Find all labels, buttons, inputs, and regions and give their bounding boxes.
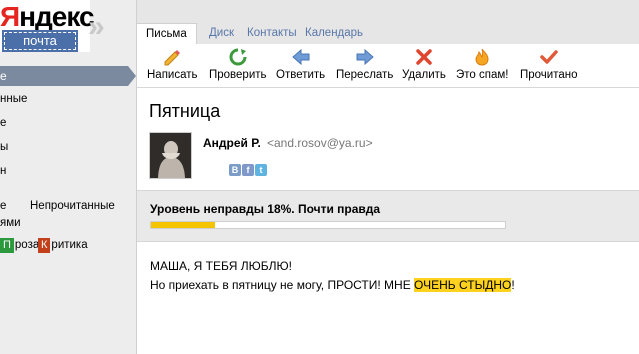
truth-meter-label: Уровень неправды 18%. Почти правда: [150, 202, 381, 216]
service-tabs: Письма Диск Контакты Календарь: [137, 0, 639, 44]
spam-flame-icon: [456, 48, 508, 67]
sidebar-item-folder[interactable]: н: [0, 165, 6, 177]
label-color-box: К: [38, 238, 51, 253]
vk-icon[interactable]: В: [229, 164, 241, 176]
active-folder-pointer: [128, 66, 136, 86]
reply-button[interactable]: Ответить: [276, 48, 325, 81]
tab-contacts[interactable]: Контакты: [247, 23, 297, 44]
refresh-icon: [209, 48, 267, 67]
forward-icon: [336, 48, 393, 67]
filter-second-line[interactable]: ями: [0, 217, 21, 229]
delete-button[interactable]: Удалить: [402, 48, 446, 81]
compose-icon: [147, 48, 198, 67]
label-color-box: П: [0, 238, 14, 253]
tab-calendar[interactable]: Календарь: [305, 23, 363, 44]
sidebar-item-sent[interactable]: нные: [0, 93, 27, 105]
message-body-line: Но приехать в пятницу не могу, ПРОСТИ! М…: [150, 278, 515, 292]
highlighted-phrase: ОЧЕНЬ СТЫДНО: [414, 278, 512, 292]
facebook-icon[interactable]: f: [242, 164, 254, 176]
sidebar-item-folder[interactable]: ы: [0, 141, 8, 153]
social-links: Вft: [229, 162, 268, 176]
label-proza[interactable]: Проза: [0, 238, 39, 253]
truth-meter-fill: [151, 222, 215, 228]
sender-name[interactable]: Андрей Р.: [203, 136, 261, 150]
tab-disk[interactable]: Диск: [209, 23, 234, 44]
filter-fragment[interactable]: е: [0, 200, 6, 212]
compose-button[interactable]: Написать: [147, 48, 198, 81]
collapse-chevrons-icon[interactable]: »: [88, 10, 104, 44]
sidebar-item-inbox[interactable]: е: [0, 66, 128, 86]
message-body-line: МАША, Я ТЕБЯ ЛЮБЛЮ!: [150, 259, 292, 273]
tab-mail[interactable]: Письма: [137, 23, 197, 44]
sender-avatar[interactable]: [149, 132, 192, 179]
message-toolbar: Написать Проверить Ответить Переслать Уд…: [137, 44, 639, 88]
label-kritika[interactable]: Критика: [38, 238, 88, 253]
read-check-icon: [520, 48, 578, 67]
message-panel: Письма Диск Контакты Календарь Написать …: [136, 0, 639, 354]
check-mail-button[interactable]: Проверить: [209, 48, 267, 81]
reply-icon: [276, 48, 325, 67]
yandex-logo[interactable]: Яндекс почта: [0, 0, 95, 52]
delete-icon: [402, 48, 446, 67]
truth-meter-track: [150, 221, 506, 229]
mark-read-button[interactable]: Прочитано: [520, 48, 578, 81]
truth-meter-panel: Уровень неправды 18%. Почти правда: [137, 190, 639, 242]
filter-unread[interactable]: Непрочитанные: [30, 200, 115, 212]
logo-wordmark: Яндекс: [0, 1, 95, 32]
twitter-icon[interactable]: t: [255, 164, 267, 176]
message-subject: Пятница: [149, 101, 221, 121]
sidebar: Яндекс почта » е нные е ы н е Непрочитан…: [0, 0, 136, 354]
sender-email[interactable]: <and.rosov@ya.ru>: [267, 136, 373, 150]
sidebar-item-label: е: [0, 69, 7, 83]
sidebar-item-folder[interactable]: е: [0, 117, 6, 129]
mail-stamp-logo: почта: [2, 30, 78, 52]
forward-button[interactable]: Переслать: [336, 48, 393, 81]
spam-button[interactable]: Это спам!: [456, 48, 508, 81]
